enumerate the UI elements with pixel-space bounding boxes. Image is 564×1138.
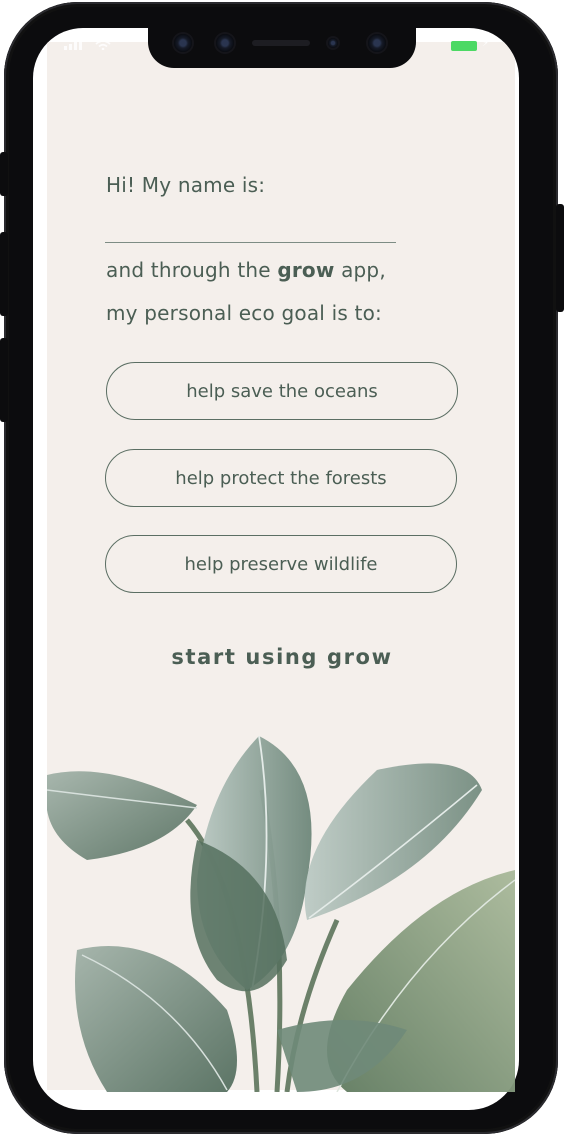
- sensor-icon: [216, 34, 234, 52]
- wifi-icon: [95, 40, 111, 51]
- face-id-camera-icon: [368, 34, 386, 52]
- signal-bars-icon: [64, 40, 82, 50]
- start-using-grow-button[interactable]: start using grow: [140, 640, 424, 674]
- power-button: [556, 204, 564, 312]
- app-line: and through the grow app,: [106, 258, 386, 282]
- goal-forests-button[interactable]: help protect the forests: [105, 449, 457, 507]
- name-input[interactable]: [106, 208, 396, 238]
- app-line-pre: and through the: [106, 258, 278, 282]
- battery-icon: [451, 41, 477, 51]
- name-input-underline: [105, 242, 396, 243]
- app-name: grow: [277, 258, 335, 282]
- mute-switch: [0, 152, 8, 196]
- status-bar-left: [64, 40, 111, 53]
- front-camera-icon: [174, 34, 192, 52]
- name-prompt: Hi! My name is:: [106, 173, 266, 197]
- speaker-grille: [252, 40, 310, 46]
- volume-down-button: [0, 338, 8, 422]
- goal-wildlife-button[interactable]: help preserve wildlife: [105, 535, 457, 593]
- volume-up-button: [0, 232, 8, 316]
- charging-bolt-icon: ⚡: [482, 38, 490, 49]
- notch: [148, 26, 416, 68]
- banana-leaves-illustration: [47, 735, 515, 1092]
- app-line-post: app,: [334, 258, 386, 282]
- proximity-sensor-icon: [328, 38, 338, 48]
- goal-prompt: my personal eco goal is to:: [106, 301, 382, 325]
- goal-oceans-button[interactable]: help save the oceans: [106, 362, 458, 420]
